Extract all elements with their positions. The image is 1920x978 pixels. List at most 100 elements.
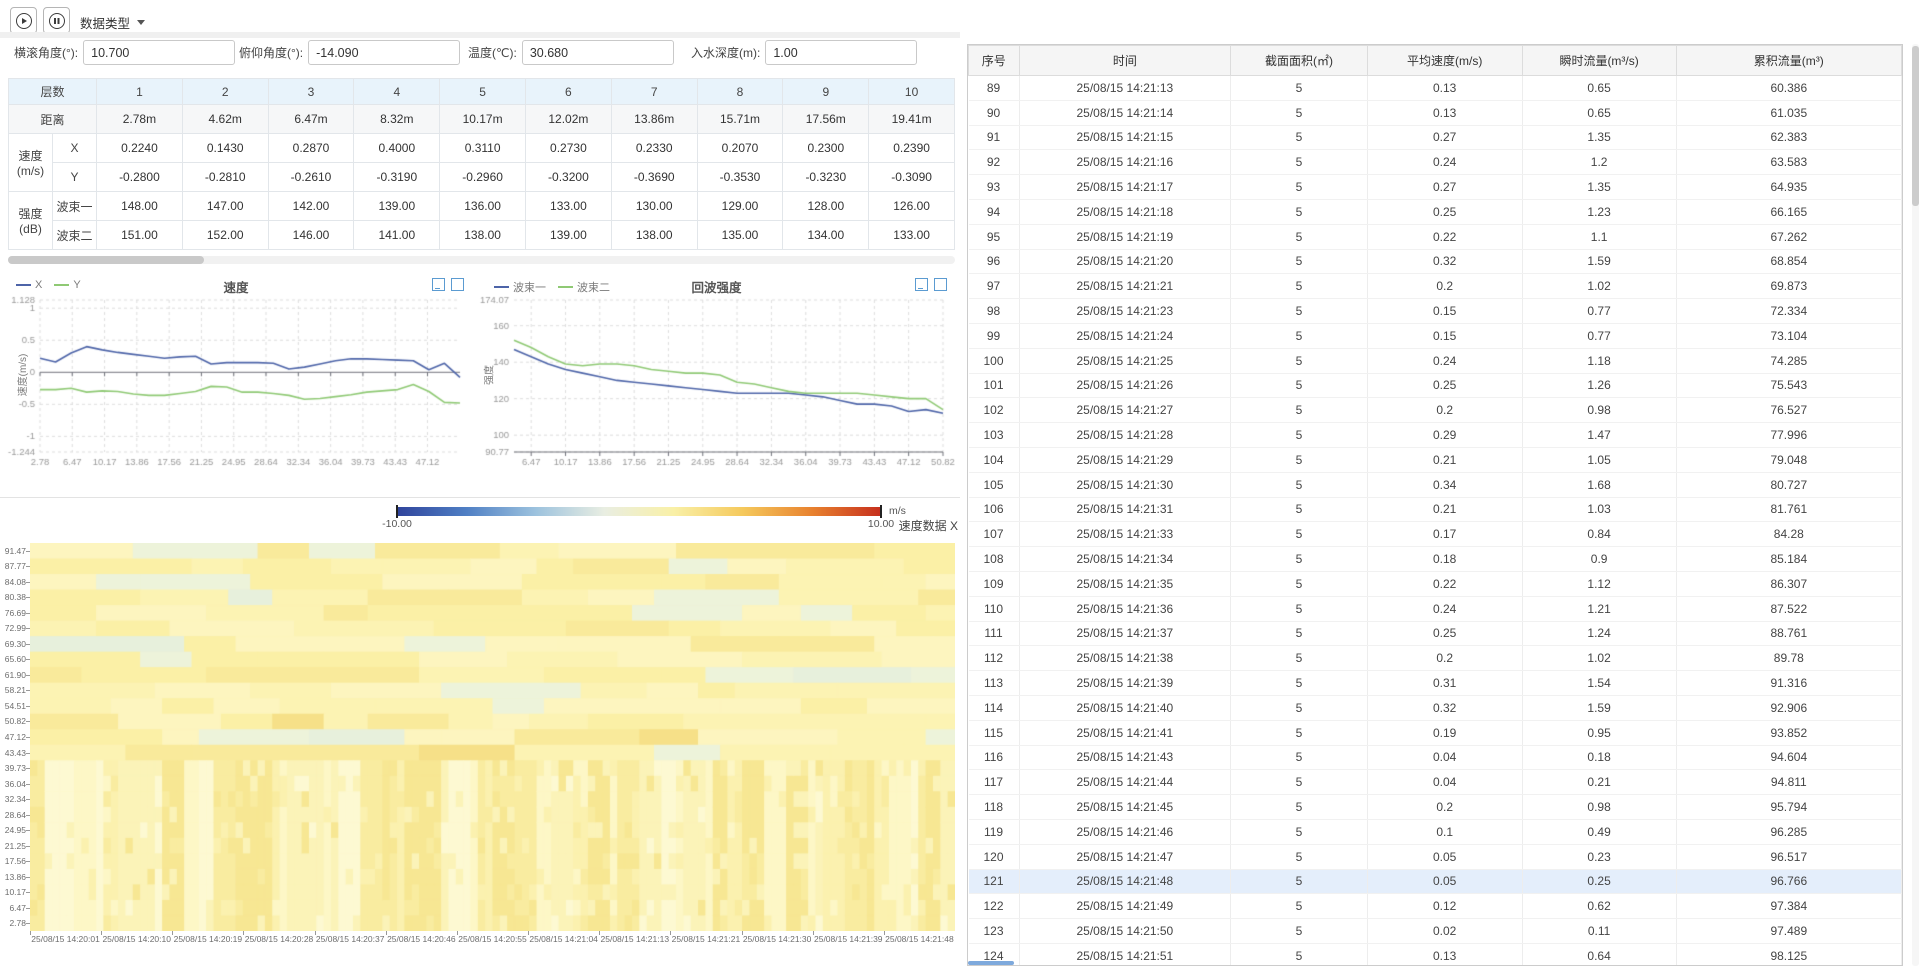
series-value: 138.00 [440, 221, 526, 250]
velocity-chart-canvas [0, 294, 472, 472]
flow-table-row[interactable]: 12325/08/15 14:21:5050.020.1197.489 [969, 919, 1902, 944]
flow-cell: 25/08/15 14:21:44 [1019, 770, 1231, 795]
layer-number: 9 [783, 79, 869, 105]
flow-table-row[interactable]: 12425/08/15 14:21:5150.130.6498.125 [969, 943, 1902, 966]
toolbox-restore-icon[interactable] [451, 278, 464, 291]
play-button[interactable] [10, 7, 37, 34]
distance-row-label: 距离 [9, 105, 97, 134]
flow-table-row[interactable]: 10825/08/15 14:21:3450.180.985.184 [969, 547, 1902, 572]
data-type-dropdown[interactable]: 数据类型 [80, 13, 145, 32]
flow-cell: 116 [969, 745, 1020, 770]
flow-table-row[interactable]: 10925/08/15 14:21:3550.221.1286.307 [969, 571, 1902, 596]
flow-cell: 122 [969, 894, 1020, 919]
heatmap-ytick [26, 551, 30, 552]
distance-value: 17.56m [783, 105, 869, 134]
toolbox-save-icon[interactable] [915, 278, 928, 291]
series-row-label: 波束二 [53, 221, 97, 250]
flow-table-row[interactable]: 9025/08/15 14:21:1450.130.6561.035 [969, 100, 1902, 125]
flow-cell: 96.517 [1676, 844, 1901, 869]
distance-value: 15.71m [697, 105, 783, 134]
flow-cell: 77.996 [1676, 423, 1901, 448]
flow-table-row[interactable]: 9125/08/15 14:21:1550.271.3562.383 [969, 125, 1902, 150]
flow-cell: 123 [969, 919, 1020, 944]
flow-cell: 0.04 [1367, 770, 1522, 795]
flow-table-row[interactable]: 9425/08/15 14:21:1850.251.2366.165 [969, 199, 1902, 224]
series-row-label: X [53, 134, 97, 163]
series-value: 0.4000 [354, 134, 440, 163]
roll-angle-field: 横滚角度(°): [14, 40, 235, 65]
flow-table-row[interactable]: 9725/08/15 14:21:2150.21.0269.873 [969, 274, 1902, 299]
flow-cell: 0.19 [1367, 720, 1522, 745]
flow-table-row[interactable]: 9225/08/15 14:21:1650.241.263.583 [969, 150, 1902, 175]
roll-angle-input[interactable] [83, 40, 235, 65]
series-value: 152.00 [182, 221, 268, 250]
flow-cell: 111 [969, 621, 1020, 646]
play-icon [16, 13, 32, 29]
heatmap-ytick [26, 815, 30, 816]
heatmap-ytick-label: 6.47 [0, 903, 26, 913]
flow-table-row[interactable]: 11025/08/15 14:21:3650.241.2187.522 [969, 596, 1902, 621]
flow-table-row[interactable]: 10225/08/15 14:21:2750.20.9876.527 [969, 398, 1902, 423]
flow-cell: 66.165 [1676, 199, 1901, 224]
flow-table-row[interactable]: 12125/08/15 14:21:4850.050.2596.766 [969, 869, 1902, 894]
toolbox-save-icon[interactable] [432, 278, 445, 291]
flow-table-row[interactable]: 11825/08/15 14:21:4550.20.9895.794 [969, 795, 1902, 820]
flow-cell: 118 [969, 795, 1020, 820]
flow-table-row[interactable]: 11725/08/15 14:21:4450.040.2194.811 [969, 770, 1902, 795]
flow-table-row[interactable]: 12225/08/15 14:21:4950.120.6297.384 [969, 894, 1902, 919]
flow-table-row[interactable]: 9325/08/15 14:21:1750.271.3564.935 [969, 175, 1902, 200]
flow-table-row[interactable]: 10625/08/15 14:21:3150.211.0381.761 [969, 497, 1902, 522]
hscrollbar-thumb[interactable] [8, 256, 204, 264]
flow-cell: 5 [1231, 423, 1368, 448]
flow-table-row[interactable]: 9825/08/15 14:21:2350.150.7772.334 [969, 299, 1902, 324]
flow-cell: 5 [1231, 671, 1368, 696]
flow-table-row[interactable]: 9625/08/15 14:21:2050.321.5968.854 [969, 249, 1902, 274]
flow-cell: 96 [969, 249, 1020, 274]
distance-value: 12.02m [526, 105, 612, 134]
series-value: 139.00 [526, 221, 612, 250]
flow-table-row[interactable]: 8925/08/15 14:21:1350.130.6560.386 [969, 76, 1902, 101]
flow-table-row[interactable]: 9525/08/15 14:21:1950.221.167.262 [969, 224, 1902, 249]
flow-table-row[interactable]: 10325/08/15 14:21:2850.291.4777.996 [969, 423, 1902, 448]
flow-cell: 25/08/15 14:21:45 [1019, 795, 1231, 820]
toolbox-restore-icon[interactable] [934, 278, 947, 291]
immersion-depth-input[interactable] [765, 40, 917, 65]
flow-cell: 1.02 [1522, 274, 1676, 299]
flow-table-row[interactable]: 11225/08/15 14:21:3850.21.0289.78 [969, 646, 1902, 671]
flow-col-header: 累积流量(m³) [1676, 46, 1901, 76]
flow-table-hscroll-thumb[interactable] [968, 961, 1014, 965]
flow-table-row[interactable]: 11425/08/15 14:21:4050.321.5992.906 [969, 695, 1902, 720]
flow-cell: 105 [969, 472, 1020, 497]
flow-cell: 5 [1231, 249, 1368, 274]
temperature-input[interactable] [522, 40, 674, 65]
flow-table-row[interactable]: 11125/08/15 14:21:3750.251.2488.761 [969, 621, 1902, 646]
flow-table-row[interactable]: 10525/08/15 14:21:3050.341.6880.727 [969, 472, 1902, 497]
heatmap-ytick [26, 628, 30, 629]
flow-table-row[interactable]: 11625/08/15 14:21:4350.040.1894.604 [969, 745, 1902, 770]
flow-cell: 0.11 [1522, 919, 1676, 944]
flow-table-row[interactable]: 9925/08/15 14:21:2450.150.7773.104 [969, 323, 1902, 348]
flow-cell: 0.2 [1367, 646, 1522, 671]
flow-table-row[interactable]: 10725/08/15 14:21:3350.170.8484.28 [969, 522, 1902, 547]
flow-cell: 93.852 [1676, 720, 1901, 745]
flow-table-row[interactable]: 10025/08/15 14:21:2550.241.1874.285 [969, 348, 1902, 373]
flow-table-row[interactable]: 11325/08/15 14:21:3950.311.5491.316 [969, 671, 1902, 696]
series-value: 148.00 [97, 192, 183, 221]
flow-cell: 107 [969, 522, 1020, 547]
flow-cell: 97 [969, 274, 1020, 299]
flow-table-row[interactable]: 10425/08/15 14:21:2950.211.0579.048 [969, 447, 1902, 472]
flow-col-header: 平均速度(m/s) [1367, 46, 1522, 76]
layer-number: 8 [697, 79, 783, 105]
flow-cell: 86.307 [1676, 571, 1901, 596]
immersion-depth-field: 入水深度(m): [691, 40, 917, 65]
pitch-angle-input[interactable] [308, 40, 460, 65]
flow-table-row[interactable]: 12025/08/15 14:21:4750.050.2396.517 [969, 844, 1902, 869]
flow-table-vscroll-thumb[interactable] [1912, 46, 1919, 206]
flow-cell: 25/08/15 14:21:29 [1019, 447, 1231, 472]
flow-table-row[interactable]: 11925/08/15 14:21:4650.10.4996.285 [969, 819, 1902, 844]
pause-button[interactable] [43, 7, 70, 34]
flow-cell: 25/08/15 14:21:16 [1019, 150, 1231, 175]
flow-table-row[interactable]: 11525/08/15 14:21:4150.190.9593.852 [969, 720, 1902, 745]
flow-cell: 115 [969, 720, 1020, 745]
flow-table-row[interactable]: 10125/08/15 14:21:2650.251.2675.543 [969, 373, 1902, 398]
